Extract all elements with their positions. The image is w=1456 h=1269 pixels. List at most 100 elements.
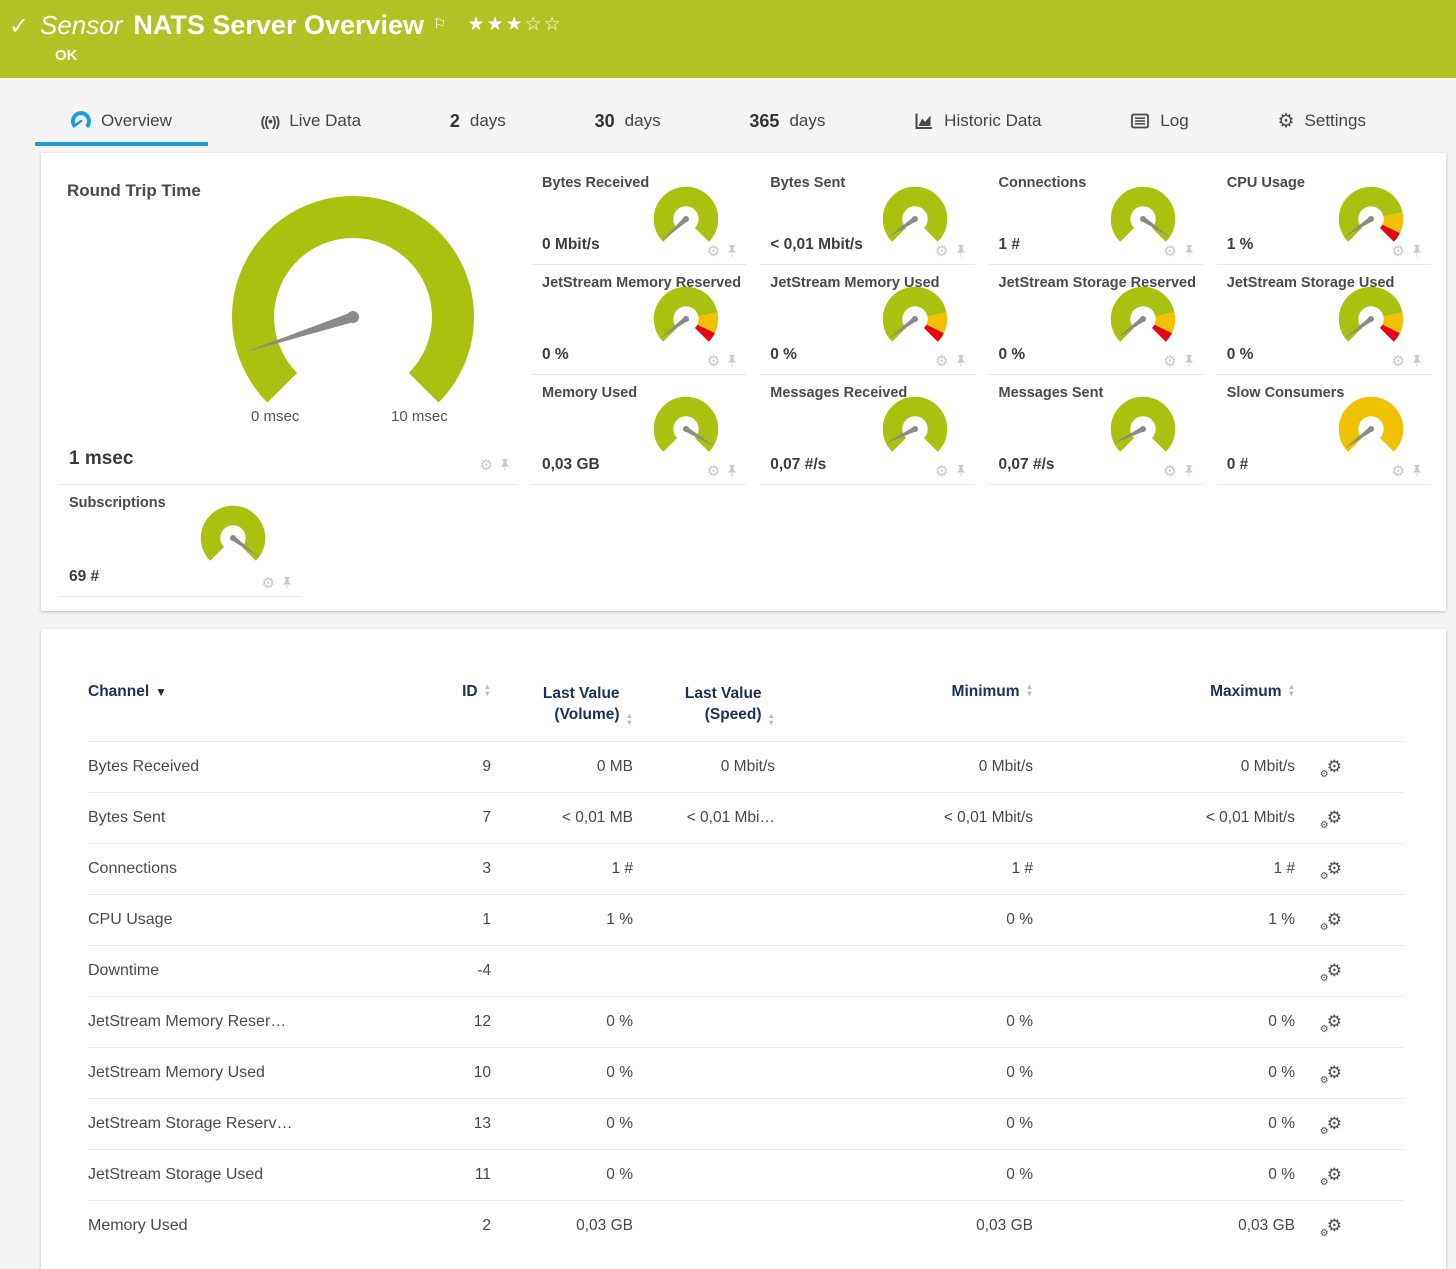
sort-icon: ▲▼ — [484, 684, 491, 697]
gauge-value: 0 # — [1227, 456, 1249, 474]
channel-settings-gears-icon[interactable]: ⚙⚙ — [1327, 1216, 1342, 1236]
tab-log[interactable]: Log — [1094, 100, 1224, 146]
column-header-channel[interactable]: Channel▼ — [88, 683, 373, 742]
pin-icon[interactable] — [1411, 354, 1423, 368]
channel-id: 11 — [373, 1150, 491, 1201]
gauge-title: Messages Sent — [989, 375, 1203, 401]
channel-last-value-speed — [633, 1150, 775, 1201]
gauge-value: 0,07 #/s — [999, 456, 1055, 474]
channel-settings-gears-icon[interactable]: ⚙⚙ — [1327, 1114, 1342, 1134]
column-header-last-value-speed[interactable]: Last Value (Speed)▲▼ — [633, 683, 775, 742]
channel-last-value-speed — [633, 997, 775, 1048]
pin-icon[interactable] — [955, 354, 967, 368]
column-header-id[interactable]: ID▲▼ — [373, 683, 491, 742]
gear-icon[interactable]: ⚙ — [1163, 242, 1176, 260]
pin-icon[interactable] — [1183, 354, 1195, 368]
channel-name: JetStream Memory Reser… — [88, 997, 373, 1048]
pin-icon[interactable] — [1411, 244, 1423, 258]
sort-icon: ▲▼ — [626, 713, 633, 726]
tab-overview[interactable]: Overview — [35, 100, 208, 146]
gauge-title: JetStream Memory Used — [760, 265, 974, 291]
pin-icon[interactable] — [955, 464, 967, 478]
channel-maximum: 1 % — [1033, 895, 1295, 946]
tab-settings[interactable]: ⚙ Settings — [1241, 100, 1401, 146]
gear-icon[interactable]: ⚙ — [935, 462, 948, 480]
gear-icon[interactable]: ⚙ — [1163, 462, 1176, 480]
area-chart-icon — [914, 111, 934, 131]
gauge-title: JetStream Storage Reserved — [989, 265, 1203, 291]
channel-settings-gears-icon[interactable]: ⚙⚙ — [1327, 859, 1342, 879]
gear-icon[interactable]: ⚙ — [707, 242, 720, 260]
gear-icon[interactable]: ⚙ — [935, 242, 948, 260]
gear-icon[interactable]: ⚙ — [1392, 462, 1405, 480]
tab-30-days-label: days — [625, 111, 661, 131]
gauge-value: 0 % — [770, 346, 797, 364]
pin-icon[interactable] — [955, 244, 967, 258]
column-header-last-value-volume[interactable]: Last Value (Volume)▲▼ — [491, 683, 633, 742]
gear-icon[interactable]: ⚙ — [707, 352, 720, 370]
pin-icon[interactable] — [1411, 464, 1423, 478]
pin-icon[interactable] — [1183, 244, 1195, 258]
status-ok-check-icon: ✓ — [9, 12, 29, 41]
channel-minimum: 0 % — [775, 1099, 1033, 1150]
gauge-tile-jetstream-memory-used: JetStream Memory Used 0 % ⚙ — [760, 265, 974, 375]
channel-settings-gears-icon[interactable]: ⚙⚙ — [1327, 961, 1342, 981]
pin-icon[interactable] — [726, 464, 738, 478]
gauges-panel: Round Trip Time 0 msec 10 msec 1 msec ⚙ … — [41, 153, 1446, 611]
channel-settings-gears-icon[interactable]: ⚙⚙ — [1327, 808, 1342, 828]
tab-historic-data[interactable]: Historic Data — [878, 100, 1077, 146]
channel-maximum: 0 % — [1033, 1150, 1295, 1201]
gauge-value: 1 # — [999, 236, 1021, 254]
channel-id: 10 — [373, 1048, 491, 1099]
channel-maximum: 0 % — [1033, 1099, 1295, 1150]
gear-icon[interactable]: ⚙ — [1392, 352, 1405, 370]
gear-icon[interactable]: ⚙ — [480, 456, 493, 474]
gauge-tile-jetstream-storage-used: JetStream Storage Used 0 % ⚙ — [1217, 265, 1431, 375]
gauge-title: Subscriptions — [59, 485, 301, 511]
channel-settings-gears-icon[interactable]: ⚙⚙ — [1327, 757, 1342, 777]
channel-settings-gears-icon[interactable]: ⚙⚙ — [1327, 910, 1342, 930]
channel-last-value-volume: 0 MB — [491, 742, 633, 793]
channel-settings-gears-icon[interactable]: ⚙⚙ — [1327, 1165, 1342, 1185]
pin-icon[interactable] — [281, 576, 293, 590]
pin-icon[interactable] — [726, 354, 738, 368]
gauge-tile-round-trip-time: Round Trip Time 0 msec 10 msec 1 msec ⚙ — [59, 165, 517, 485]
channels-panel: Channel▼ ID▲▼ Last Value (Volume)▲▼ Last… — [41, 629, 1446, 1269]
tab-2-days-label: days — [470, 111, 506, 131]
channel-settings-gears-icon[interactable]: ⚙⚙ — [1327, 1012, 1342, 1032]
gear-icon[interactable]: ⚙ — [1163, 352, 1176, 370]
channel-minimum: 0,03 GB — [775, 1201, 1033, 1252]
flag-icon[interactable]: ⚐ — [433, 10, 446, 40]
column-header-maximum[interactable]: Maximum▲▼ — [1033, 683, 1295, 742]
tab-historic-data-label: Historic Data — [944, 111, 1041, 131]
channel-settings-gears-icon[interactable]: ⚙⚙ — [1327, 1063, 1342, 1083]
gear-icon[interactable]: ⚙ — [1392, 242, 1405, 260]
channel-maximum: 1 # — [1033, 844, 1295, 895]
tab-live-data[interactable]: ((•)) Live Data — [225, 100, 397, 146]
tab-30-days[interactable]: 30 days — [559, 100, 697, 146]
pin-icon[interactable] — [726, 244, 738, 258]
gear-icon[interactable]: ⚙ — [262, 574, 275, 592]
gauge-title: Messages Received — [760, 375, 974, 401]
gear-icon[interactable]: ⚙ — [707, 462, 720, 480]
priority-stars[interactable]: ★★★☆☆ — [468, 10, 563, 40]
gauge-tile-memory-used: Memory Used 0,03 GB ⚙ — [532, 375, 746, 485]
channel-maximum: < 0,01 Mbit/s — [1033, 793, 1295, 844]
channel-maximum: 0,03 GB — [1033, 1201, 1295, 1252]
pin-icon[interactable] — [1183, 464, 1195, 478]
sensor-type-label: Sensor — [40, 10, 122, 40]
stars-filled: ★★★ — [468, 14, 525, 35]
channel-last-value-speed — [633, 1099, 775, 1150]
pin-icon[interactable] — [499, 458, 511, 472]
gauge-value: 0,07 #/s — [770, 456, 826, 474]
tab-2-days[interactable]: 2 days — [414, 100, 542, 146]
sort-desc-icon: ▼ — [155, 685, 167, 699]
gauge-tile-messages-sent: Messages Sent 0,07 #/s ⚙ — [989, 375, 1203, 485]
channel-maximum: 0 Mbit/s — [1033, 742, 1295, 793]
column-header-minimum[interactable]: Minimum▲▼ — [775, 683, 1033, 742]
channel-id: 7 — [373, 793, 491, 844]
channel-last-value-volume: 0 % — [491, 1150, 633, 1201]
gear-icon[interactable]: ⚙ — [935, 352, 948, 370]
tab-365-days[interactable]: 365 days — [713, 100, 861, 146]
sensor-name: NATS Server Overview — [133, 10, 424, 40]
